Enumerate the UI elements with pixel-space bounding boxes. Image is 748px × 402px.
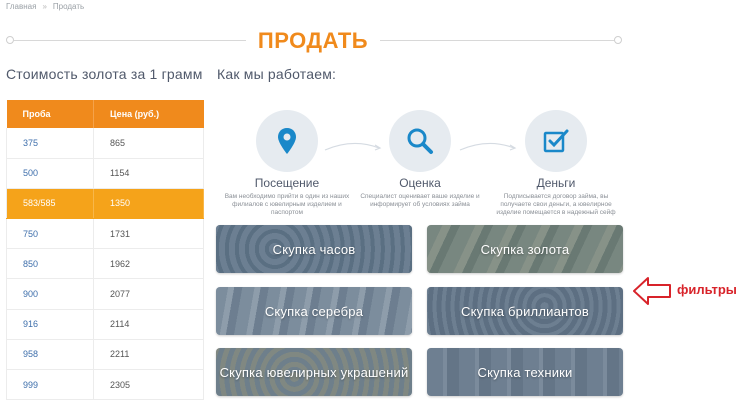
step-money-circle — [525, 110, 587, 172]
table-row: 375 865 — [6, 128, 204, 159]
price-cell: 2305 — [93, 369, 204, 401]
probe-cell[interactable]: 750 — [6, 218, 94, 250]
category-label: Скупка золота — [480, 241, 570, 257]
desc-line: Специалист оценивает ваше изделие и — [360, 193, 480, 200]
desc-line: паспортом — [271, 209, 303, 216]
title-left-line — [14, 40, 246, 41]
price-cell: 2114 — [93, 309, 204, 340]
table-row: 900 2077 — [6, 278, 204, 310]
step-visit-title: Посещение — [254, 176, 320, 190]
step-visit-circle — [256, 110, 318, 172]
table-row: 850 1962 — [6, 248, 204, 280]
column-header-price: Цена (руб.) — [93, 100, 204, 128]
how-we-work-heading: Как мы работаем: — [217, 66, 337, 82]
table-row: 916 2114 — [6, 309, 204, 340]
price-cell: 1962 — [93, 248, 204, 280]
step-money-description: Подписывается договор займа, вы получает… — [490, 193, 622, 217]
step-money: Деньги Подписывается договор займа, вы п… — [490, 110, 622, 217]
price-cell: 1350 — [93, 188, 204, 220]
price-cell: 1154 — [93, 158, 204, 189]
category-jewelry-button[interactable]: Скупка ювелирных украшений — [216, 348, 412, 396]
left-arrow-icon — [633, 277, 671, 305]
price-cell: 865 — [93, 128, 204, 159]
title-right-dot — [614, 36, 622, 44]
desc-line: изделие помещается в надежный сейф — [496, 209, 616, 216]
category-watches-button[interactable]: Скупка часов — [216, 225, 412, 273]
probe-cell[interactable]: 999 — [6, 369, 94, 401]
gold-price-heading: Стоимость золота за 1 грамм — [6, 66, 203, 82]
probe-cell[interactable]: 916 — [6, 309, 94, 340]
desc-line: филиалов с ювелирным изделием и — [232, 201, 342, 208]
category-diamonds-button[interactable]: Скупка бриллиантов — [427, 287, 623, 335]
desc-line: информирует об условиях займа — [370, 201, 470, 208]
map-pin-icon — [278, 128, 296, 154]
price-cell: 2211 — [93, 339, 204, 371]
title-left-dot — [6, 36, 14, 44]
gold-price-table: Проба Цена (руб.) 375 865 500 1154 583/585… — [6, 100, 204, 401]
table-row: 750 1731 — [6, 218, 204, 250]
step-evaluation-title: Оценка — [399, 176, 441, 190]
probe-cell[interactable]: 900 — [6, 278, 94, 310]
price-cell: 1731 — [93, 218, 204, 250]
desc-line: получаете свои деньги, а ювелирное — [500, 201, 612, 208]
step-visit-description: Вам необходимо прийти в один из наших фи… — [221, 193, 353, 217]
filters-annotation-label: фильтры — [677, 282, 737, 297]
table-row-highlighted: 583/585 1350 — [6, 188, 204, 220]
step-money-title: Деньги — [536, 176, 576, 190]
category-label: Скупка часов — [272, 241, 356, 257]
desc-line: Подписывается договор займа, вы — [503, 193, 609, 200]
step-evaluation-description: Специалист оценивает ваше изделие и инфо… — [354, 193, 486, 209]
step-evaluation-circle — [389, 110, 451, 172]
page-title: ПРОДАТЬ — [257, 28, 369, 53]
breadcrumb-separator: » — [42, 2, 47, 11]
probe-cell[interactable]: 375 — [6, 128, 94, 159]
probe-cell[interactable]: 958 — [6, 339, 94, 371]
category-gold-button[interactable]: Скупка золота — [427, 225, 623, 273]
category-label: Скупка бриллиантов — [461, 303, 589, 319]
desc-line: Вам необходимо прийти в один из наших — [224, 193, 350, 200]
breadcrumb-current: Продать — [52, 2, 85, 11]
category-electronics-button[interactable]: Скупка техники — [427, 348, 623, 396]
table-row: 958 2211 — [6, 339, 204, 371]
table-row: 500 1154 — [6, 158, 204, 189]
breadcrumb-home-link[interactable]: Главная — [6, 2, 36, 11]
probe-cell[interactable]: 583/585 — [6, 188, 94, 220]
column-header-probe: Проба — [6, 100, 94, 128]
magnifier-icon — [407, 128, 433, 154]
probe-cell[interactable]: 500 — [6, 158, 94, 189]
table-row: 999 2305 — [6, 369, 204, 401]
probe-cell[interactable]: 850 — [6, 248, 94, 280]
step-evaluation: Оценка Специалист оценивает ваше изделие… — [354, 110, 486, 209]
category-label: Скупка техники — [477, 364, 573, 380]
category-label: Скупка ювелирных украшений — [219, 364, 409, 380]
breadcrumb: Главная » Продать — [6, 2, 84, 11]
category-label: Скупка серебра — [264, 303, 364, 319]
price-cell: 2077 — [93, 278, 204, 310]
step-visit: Посещение Вам необходимо прийти в один и… — [221, 110, 353, 217]
title-right-line — [380, 40, 614, 41]
category-silver-button[interactable]: Скупка серебра — [216, 287, 412, 335]
checkbox-icon — [543, 129, 569, 153]
table-header-row: Проба Цена (руб.) — [6, 100, 204, 128]
